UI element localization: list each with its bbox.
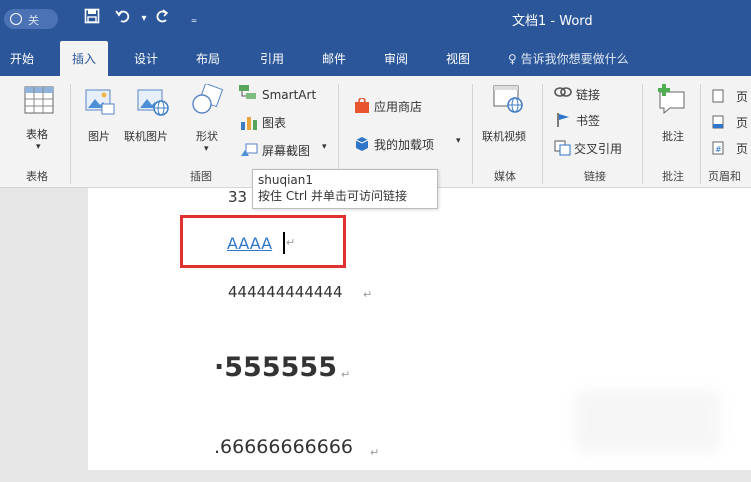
group-separator: [472, 84, 473, 184]
group-separator: [542, 84, 543, 184]
online-pictures-label[interactable]: 联机图片: [124, 128, 168, 144]
shapes-label[interactable]: 形状: [196, 128, 218, 144]
window-title: 文档1 - Word: [512, 14, 593, 29]
store-label[interactable]: 应用商店: [374, 98, 422, 115]
lightbulb-icon: ♀: [508, 52, 517, 66]
doc-line-4[interactable]: 444444444444: [228, 283, 343, 301]
hyperlink-tooltip: shuqian1 按住 Ctrl 并单击可访问链接: [252, 169, 438, 209]
tell-me-search[interactable]: ♀ 告诉我你想要做什么: [508, 50, 629, 67]
paragraph-mark: ↵: [363, 288, 373, 301]
link-icon[interactable]: [554, 84, 572, 103]
link-label[interactable]: 链接: [576, 86, 600, 103]
doc-line-6[interactable]: .66666666666: [214, 436, 353, 458]
page-number-icon[interactable]: #: [712, 140, 724, 159]
tab-home[interactable]: 开始: [10, 50, 34, 67]
group-separator: [70, 84, 71, 184]
store-icon[interactable]: [354, 97, 370, 118]
group-tables-label: 表格: [26, 170, 48, 183]
chart-label[interactable]: 图表: [262, 114, 286, 131]
tab-review[interactable]: 审阅: [384, 50, 408, 67]
footer-label[interactable]: 页: [736, 114, 748, 131]
svg-text:#: #: [715, 145, 722, 154]
bookmark-icon[interactable]: [556, 112, 572, 131]
tell-me-text: 告诉我你想要做什么: [520, 52, 629, 66]
group-comments-label: 批注: [662, 170, 684, 183]
new-comment-icon[interactable]: [656, 84, 688, 118]
page-bottom-gutter: [0, 470, 751, 482]
save-icon[interactable]: [80, 7, 104, 31]
online-video-label[interactable]: 联机视频: [482, 128, 526, 144]
cross-reference-icon[interactable]: [554, 140, 572, 160]
tooltip-bookmark-name: shuqian1: [258, 173, 314, 187]
shapes-dropdown-icon[interactable]: ▾: [204, 144, 209, 154]
doc-line-3[interactable]: 33: [228, 188, 247, 206]
my-addins-label[interactable]: 我的加载项: [374, 136, 434, 153]
group-links-label: 链接: [584, 170, 606, 183]
shapes-icon[interactable]: [190, 82, 224, 120]
autosave-state: 关: [28, 14, 39, 27]
page-margin-gutter: [0, 188, 88, 470]
cross-reference-label[interactable]: 交叉引用: [574, 140, 622, 157]
header-label[interactable]: 页: [736, 88, 748, 105]
redo-icon[interactable]: [150, 7, 174, 31]
tab-mailings[interactable]: 邮件: [322, 50, 346, 67]
screenshot-dropdown-icon[interactable]: ▾: [322, 142, 327, 152]
table-button-label[interactable]: 表格: [26, 126, 48, 142]
tab-design[interactable]: 设计: [134, 50, 158, 67]
page-number-label[interactable]: 页: [736, 140, 748, 157]
paragraph-mark: ↵: [370, 446, 380, 459]
group-illustrations-label: 插图: [190, 170, 212, 183]
online-video-icon[interactable]: [492, 84, 524, 118]
pictures-label[interactable]: 图片: [88, 128, 110, 144]
picture-icon[interactable]: [84, 86, 116, 120]
header-icon[interactable]: [712, 88, 724, 107]
customize-qat-icon[interactable]: ₌: [182, 7, 206, 31]
table-dropdown-icon[interactable]: ▾: [36, 142, 41, 152]
screenshot-label[interactable]: 屏幕截图: [262, 142, 310, 159]
group-separator: [642, 84, 643, 184]
tab-layout[interactable]: 布局: [196, 50, 220, 67]
doc-line-5[interactable]: ·555555: [214, 352, 337, 383]
online-pictures-icon[interactable]: [136, 86, 170, 120]
toggle-knob: [10, 13, 22, 25]
group-separator: [700, 84, 701, 184]
my-addins-dropdown-icon[interactable]: ▾: [456, 136, 461, 146]
highlight-box: [180, 215, 346, 268]
paragraph-mark: ↵: [341, 368, 351, 381]
tab-view[interactable]: 视图: [446, 50, 470, 67]
tab-insert[interactable]: 插入: [60, 41, 109, 76]
group-media-label: 媒体: [494, 170, 516, 183]
comment-label[interactable]: 批注: [662, 128, 684, 144]
smartart-icon[interactable]: [238, 84, 258, 104]
footer-icon[interactable]: [712, 114, 724, 133]
tab-references[interactable]: 引用: [260, 50, 284, 67]
group-header-footer-label: 页眉和: [708, 170, 741, 183]
autosave-toggle[interactable]: 关: [4, 9, 58, 29]
tooltip-hint: 按住 Ctrl 并单击可访问链接: [258, 189, 407, 203]
screenshot-icon[interactable]: [240, 142, 258, 162]
blurred-region: [575, 390, 720, 452]
title-bar: 关 ▾ ₌ 文档1 - Word: [0, 0, 751, 38]
my-addins-icon[interactable]: [354, 136, 370, 156]
chart-icon[interactable]: [240, 114, 258, 134]
smartart-label[interactable]: SmartArt: [262, 88, 316, 102]
bookmark-label[interactable]: 书签: [576, 112, 600, 129]
table-icon[interactable]: [24, 86, 54, 118]
ribbon-tabs: 开始 插入 设计 布局 引用 邮件 审阅 视图 ♀ 告诉我你想要做什么: [0, 38, 751, 76]
